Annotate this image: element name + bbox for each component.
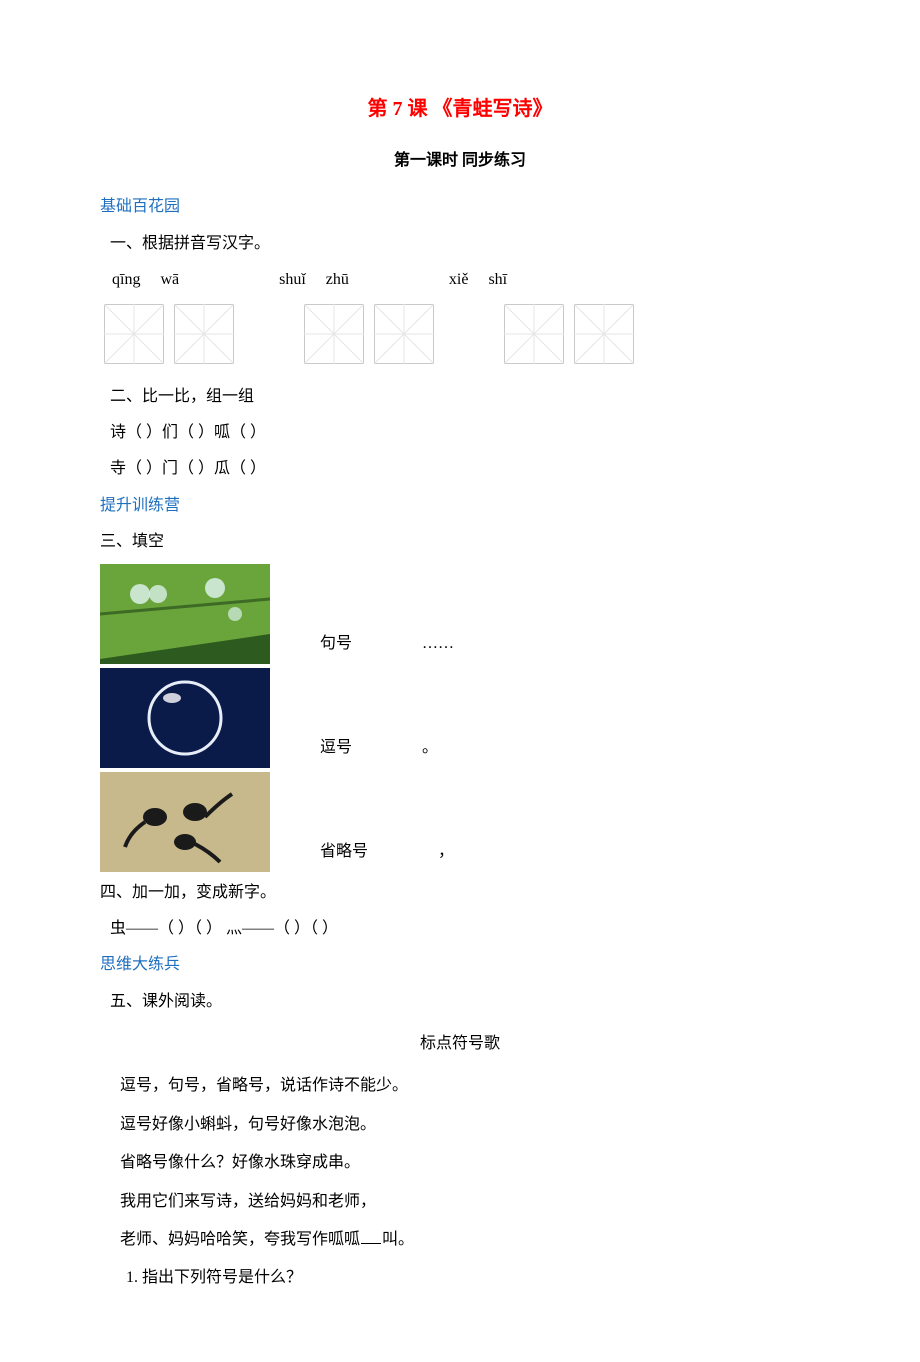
image-leaf-dewdrops: [100, 564, 270, 664]
q3-row3: 省略号 ，: [100, 772, 820, 872]
reading-l5a: 老师、妈妈哈哈笑，夸我写作呱呱: [120, 1231, 360, 1248]
box-pair-2: [304, 304, 434, 364]
pinyin-2b: zhū: [326, 265, 349, 295]
tianzige-box[interactable]: [574, 304, 634, 364]
q3-r3-symbol: ，: [438, 837, 454, 867]
emphasis-mark: [361, 1243, 381, 1244]
q2-line1: 诗（ ）们（ ）呱（ ）: [100, 418, 820, 448]
pinyin-group-3: xiě shī: [449, 265, 507, 295]
image-tadpoles: [100, 772, 270, 872]
q2-title: 二、比一比，组一组: [100, 382, 820, 412]
section-improve: 提升训练营: [100, 491, 820, 521]
q3-title: 三、填空: [100, 527, 820, 557]
q1-title: 一、根据拼音写汉字。: [100, 229, 820, 259]
lesson-subtitle: 第一课时 同步练习: [100, 146, 820, 176]
reading-l3: 省略号像什么？好像水珠穿成串。: [120, 1148, 820, 1178]
reading-l4: 我用它们来写诗，送给妈妈和老师，: [120, 1187, 820, 1217]
image-bubble: [100, 668, 270, 768]
tianzige-box[interactable]: [174, 304, 234, 364]
pinyin-group-1: qīng wā: [112, 265, 179, 295]
section-thinking: 思维大练兵: [100, 950, 820, 980]
page: 第 7 课 《青蛙写诗》 第一课时 同步练习 基础百花园 一、根据拼音写汉字。 …: [0, 0, 920, 1362]
tianzige-box[interactable]: [374, 304, 434, 364]
q3-row1-labels: 句号 ……: [320, 629, 454, 663]
lesson-title: 第 7 课 《青蛙写诗》: [100, 90, 820, 128]
q3-r1-symbol: ……: [422, 629, 454, 659]
q3-row1: 句号 ……: [100, 564, 820, 664]
q3-r2-label: 逗号: [320, 733, 352, 763]
section-basic: 基础百花园: [100, 192, 820, 222]
q5-sub1: 1. 指出下列符号是什么？: [120, 1263, 820, 1293]
pinyin-1b: wā: [160, 265, 179, 295]
box-pair-1: [104, 304, 234, 364]
writing-boxes-row: [100, 304, 820, 364]
pinyin-3a: xiě: [449, 265, 469, 295]
pinyin-1a: qīng: [112, 265, 140, 295]
reading-l5: 老师、妈妈哈哈笑，夸我写作呱呱 叫。: [120, 1225, 820, 1255]
tianzige-box[interactable]: [104, 304, 164, 364]
tianzige-box[interactable]: [304, 304, 364, 364]
q3-row2: 逗号 。: [100, 668, 820, 768]
pinyin-group-2: shuǐ zhū: [279, 265, 349, 295]
reading-l1: 逗号，句号，省略号，说话作诗不能少。: [120, 1071, 820, 1101]
q3-row3-labels: 省略号 ，: [320, 837, 454, 871]
pinyin-row: qīng wā shuǐ zhū xiě shī: [100, 265, 820, 295]
q2-line2: 寺（ ）门（ ）瓜（ ）: [100, 454, 820, 484]
reading-l2: 逗号好像小蝌蚪，句号好像水泡泡。: [120, 1110, 820, 1140]
q5-title: 五、课外阅读。: [100, 987, 820, 1017]
q3-r3-label: 省略号: [320, 837, 368, 867]
pinyin-3b: shī: [488, 265, 507, 295]
pinyin-2a: shuǐ: [279, 265, 306, 295]
reading-body: 逗号，句号，省略号，说话作诗不能少。 逗号好像小蝌蚪，句号好像水泡泡。 省略号像…: [100, 1071, 820, 1293]
q4-line: 虫——（ ）（ ） 灬——（ ）（ ）: [100, 914, 820, 944]
tianzige-box[interactable]: [504, 304, 564, 364]
box-pair-3: [504, 304, 634, 364]
q3-r2-symbol: 。: [422, 733, 438, 763]
q3-r1-label: 句号: [320, 629, 352, 659]
q3-row2-labels: 逗号 。: [320, 733, 438, 767]
q4-title: 四、加一加，变成新字。: [100, 878, 820, 908]
reading-l5b: 叫。: [382, 1231, 414, 1248]
reading-title: 标点符号歌: [100, 1029, 820, 1059]
